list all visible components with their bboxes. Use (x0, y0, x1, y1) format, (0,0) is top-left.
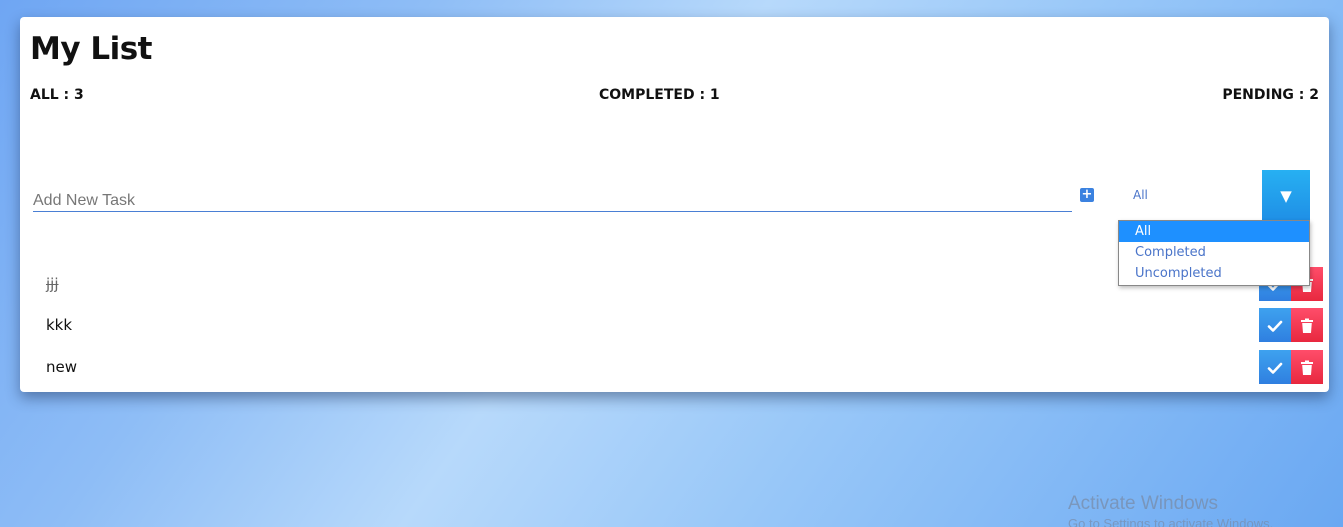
add-task-input[interactable] (33, 190, 1072, 212)
trash-icon (1301, 360, 1313, 375)
filter-dropdown-list: All Completed Uncompleted (1118, 220, 1310, 286)
plus-icon: + (1081, 187, 1093, 202)
count-all: ALL : 3 (30, 87, 84, 103)
delete-button[interactable] (1291, 350, 1323, 384)
todo-card: My List ALL : 3 COMPLETED : 1 PENDING : … (20, 17, 1329, 392)
filter-option-all[interactable]: All (1119, 221, 1309, 242)
task-text: kkk (46, 316, 73, 334)
check-icon (1267, 320, 1283, 332)
add-task-button[interactable]: + (1080, 188, 1094, 202)
activate-windows-subtitle: Go to Settings to activate Windows. (1068, 516, 1274, 527)
task-text: new (46, 358, 78, 376)
task-text: jjj (46, 275, 59, 293)
check-icon (1267, 362, 1283, 374)
delete-button[interactable] (1291, 308, 1323, 342)
count-pending: PENDING : 2 (1222, 87, 1319, 103)
caret-down-icon: ▼ (1280, 187, 1292, 205)
task-row: kkk (20, 308, 1329, 342)
trash-icon (1301, 318, 1313, 333)
complete-button[interactable] (1259, 308, 1291, 342)
filter-option-completed[interactable]: Completed (1119, 242, 1309, 263)
count-completed: COMPLETED : 1 (599, 87, 720, 103)
complete-button[interactable] (1259, 350, 1291, 384)
activate-windows-title: Activate Windows (1068, 493, 1218, 514)
page-title: My List (30, 31, 153, 67)
task-row: new (20, 350, 1329, 384)
filter-option-uncompleted[interactable]: Uncompleted (1119, 263, 1309, 284)
filter-select-value[interactable]: All (1133, 188, 1148, 202)
filter-dropdown-button[interactable]: ▼ (1262, 170, 1310, 221)
